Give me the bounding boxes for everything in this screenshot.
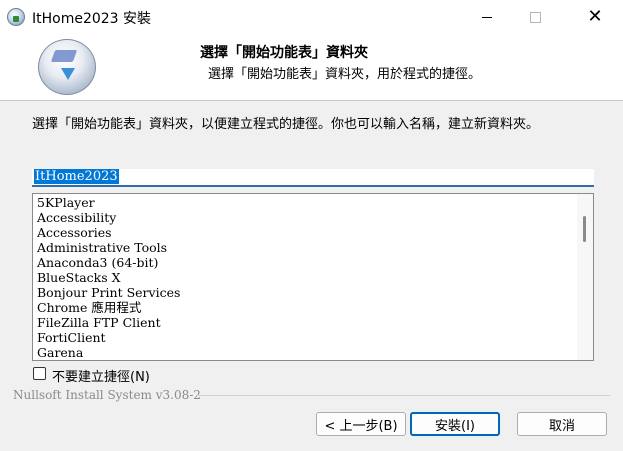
folder-list-item[interactable]: FileZilla FTP Client: [37, 315, 161, 330]
cancel-button[interactable]: 取消: [517, 412, 607, 436]
folder-list-item[interactable]: Bonjour Print Services: [37, 285, 180, 300]
installer-logo-icon: [38, 39, 96, 95]
page-title: 選擇「開始功能表」資料夾: [200, 45, 368, 61]
folder-list-item[interactable]: FortiClient: [37, 330, 106, 345]
folder-list-item[interactable]: Accessories: [37, 225, 112, 240]
no-shortcuts-label[interactable]: 不要建立捷徑(N): [52, 366, 150, 385]
close-button[interactable]: ✕: [572, 0, 618, 34]
scroll-thumb[interactable]: [583, 216, 586, 242]
footer-divider: [196, 395, 610, 396]
instructions-text: 選擇「開始功能表」資料夾，以便建立程式的捷徑。你也可以輸入名稱，建立新資料夾。: [32, 117, 540, 132]
folder-name-value: ItHome2023: [34, 169, 119, 184]
page-subtitle: 選擇「開始功能表」資料夾，用於程式的捷徑。: [208, 67, 482, 82]
folder-list[interactable]: 5KPlayer Accessibility Accessories Admin…: [32, 193, 594, 361]
folder-list-item[interactable]: Chrome 應用程式: [37, 300, 141, 315]
close-icon: ✕: [587, 6, 603, 27]
folder-name-input[interactable]: ItHome2023: [32, 169, 594, 187]
folder-list-item[interactable]: Garena: [37, 345, 83, 360]
no-shortcuts-checkbox[interactable]: [33, 367, 46, 380]
folder-list-item[interactable]: 5KPlayer: [37, 195, 95, 210]
back-button[interactable]: < 上一步(B): [316, 412, 406, 436]
folder-list-item[interactable]: Administrative Tools: [37, 240, 167, 255]
folder-list-item[interactable]: BlueStacks X: [37, 270, 121, 285]
nsis-brand-text: Nullsoft Install System v3.08-2: [13, 388, 201, 402]
window-title: ItHome2023 安裝: [32, 11, 152, 27]
title-bar: ItHome2023 安裝 ✕: [0, 0, 623, 34]
folder-list-scrollbar[interactable]: [577, 194, 593, 360]
installer-disc-icon: [7, 8, 25, 26]
minimize-button[interactable]: [464, 0, 510, 34]
folder-list-item[interactable]: Accessibility: [37, 210, 116, 225]
minimize-icon: [482, 16, 492, 18]
folder-list-item[interactable]: Anaconda3 (64-bit): [37, 255, 158, 270]
install-button[interactable]: 安裝(I): [410, 412, 500, 436]
maximize-button[interactable]: [512, 0, 558, 34]
wizard-header: 選擇「開始功能表」資料夾 選擇「開始功能表」資料夾，用於程式的捷徑。: [0, 34, 623, 101]
maximize-icon: [529, 11, 541, 23]
